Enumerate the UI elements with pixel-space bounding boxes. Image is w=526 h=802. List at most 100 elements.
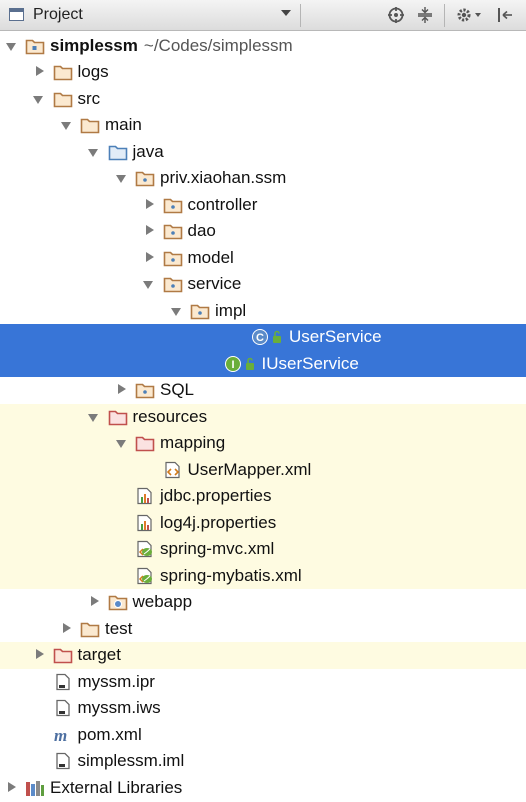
tree-item-name: controller	[187, 194, 258, 214]
tree-item[interactable]: dao	[0, 218, 526, 245]
tree-item-label: dao	[188, 221, 216, 241]
file-icon	[53, 752, 73, 770]
tree-item-name: myssm.ipr	[77, 671, 155, 691]
expand-arrow-right-icon[interactable]	[145, 251, 154, 262]
svg-text:I: I	[231, 359, 234, 371]
tree-item[interactable]: controller	[0, 192, 526, 219]
tree-item-label: controller	[188, 195, 258, 215]
tree-item-label: logs	[78, 62, 109, 82]
tree-item[interactable]: simplessm ~/Codes/simplessm	[0, 33, 526, 60]
svg-text:C: C	[256, 332, 264, 344]
tree-item-name: java	[132, 141, 164, 161]
tree-item[interactable]: target	[0, 642, 526, 669]
tree-item-name: impl	[215, 300, 247, 320]
tree-item-name: model	[187, 247, 234, 267]
tree-item-label: myssm.ipr	[78, 672, 155, 692]
tree-item[interactable]: mapping	[0, 430, 526, 457]
resources-folder-icon	[108, 408, 128, 426]
spring-xml-file-icon	[135, 567, 155, 585]
hide-panel-icon[interactable]	[494, 5, 516, 25]
tree-item[interactable]: impl	[0, 298, 526, 325]
tree-item[interactable]: jdbc.properties	[0, 483, 526, 510]
expand-arrow-down-icon[interactable]	[33, 95, 43, 104]
expand-arrow-down-icon[interactable]	[143, 281, 153, 289]
expand-arrow-down-icon[interactable]	[115, 175, 126, 183]
expand-arrow-right-icon[interactable]	[118, 384, 126, 394]
tree-item[interactable]: I IUserService	[0, 350, 526, 377]
tree-item-name: External Libraries	[50, 777, 183, 797]
tree-item[interactable]: spring-mvc.xml	[0, 536, 526, 563]
toolbar-divider	[300, 4, 301, 27]
locate-icon[interactable]	[385, 5, 407, 25]
tree-item[interactable]: src	[0, 86, 526, 113]
tree-item-name: src	[77, 88, 101, 108]
tree-item[interactable]: model	[0, 245, 526, 272]
tree-item[interactable]: SQL	[0, 377, 526, 404]
dropdown-icon[interactable]	[281, 10, 291, 16]
resources-folder-icon	[135, 434, 155, 452]
tree-item[interactable]: C UserService	[0, 324, 526, 351]
expand-arrow-right-icon[interactable]	[35, 649, 44, 659]
tree-item-name: UserService	[289, 327, 382, 346]
folder-icon	[80, 116, 100, 134]
tree-item[interactable]: myssm.iws	[0, 695, 526, 722]
expand-arrow-right-icon[interactable]	[145, 198, 154, 209]
tree-item-label: jdbc.properties	[160, 486, 272, 506]
expand-arrow-down-icon[interactable]	[115, 440, 126, 448]
tree-item-name: log4j.properties	[160, 512, 277, 532]
project-tree: simplessm ~/Codes/simplessm logs src main jav…	[0, 31, 526, 800]
library-icon	[25, 779, 45, 797]
xml-file-icon	[163, 461, 183, 479]
tree-item-name: spring-mybatis.xml	[160, 565, 302, 585]
tree-item-label: model	[188, 248, 234, 268]
tree-item-name: simplessm	[50, 35, 138, 55]
tree-item[interactable]: External Libraries	[0, 775, 526, 802]
web-folder-icon	[108, 593, 128, 611]
expand-arrow-down-icon[interactable]	[5, 42, 16, 51]
tree-item-label: UserService	[289, 327, 382, 347]
folder-icon	[53, 63, 73, 81]
package-icon	[135, 381, 155, 399]
tree-item[interactable]: UserMapper.xml	[0, 456, 526, 483]
file-icon	[53, 673, 73, 691]
tree-item[interactable]: webapp	[0, 589, 526, 616]
tree-item[interactable]: logs	[0, 59, 526, 86]
project-panel-toolbar: Project	[0, 0, 526, 31]
tree-item-name: service	[187, 274, 242, 293]
expand-arrow-down-icon[interactable]	[60, 122, 71, 130]
expand-arrow-down-icon[interactable]	[88, 148, 98, 157]
maven-file-icon: m	[53, 726, 73, 745]
tree-item-label: log4j.properties	[160, 513, 276, 533]
tree-item-name: pom.xml	[77, 724, 142, 744]
tree-item-name: simplessm.iml	[77, 751, 185, 770]
tree-item[interactable]: service	[0, 271, 526, 298]
settings-icon[interactable]	[455, 5, 485, 25]
expand-arrow-down-icon[interactable]	[88, 413, 98, 422]
expand-arrow-right-icon[interactable]	[90, 596, 99, 606]
package-icon	[163, 222, 183, 240]
tree-item[interactable]: resources	[0, 403, 526, 430]
expand-arrow-right-icon[interactable]	[35, 66, 44, 76]
tree-item[interactable]: java	[0, 139, 526, 166]
svg-text:m: m	[54, 726, 67, 744]
tree-item-label: pom.xml	[78, 725, 142, 745]
tree-item[interactable]: m pom.xml	[0, 722, 526, 749]
tree-item-name: jdbc.properties	[160, 486, 272, 505]
tree-item[interactable]: spring-mybatis.xml	[0, 562, 526, 589]
tree-item[interactable]: priv.xiaohan.ssm	[0, 165, 526, 192]
tree-item[interactable]: log4j.properties	[0, 509, 526, 536]
tree-item-label: spring-mybatis.xml	[160, 566, 302, 586]
panel-title[interactable]: Project	[33, 6, 83, 24]
expand-arrow-right-icon[interactable]	[145, 225, 154, 235]
folder-icon	[53, 90, 73, 108]
tree-item[interactable]: main	[0, 112, 526, 139]
tree-item[interactable]: test	[0, 616, 526, 643]
expand-arrow-right-icon[interactable]	[63, 622, 71, 633]
tree-item[interactable]: myssm.ipr	[0, 669, 526, 696]
tree-item-label: myssm.iws	[78, 698, 161, 718]
tree-item-label: src	[78, 89, 101, 109]
tree-item[interactable]: simplessm.iml	[0, 748, 526, 775]
expand-arrow-down-icon[interactable]	[170, 307, 181, 316]
collapse-all-icon[interactable]	[414, 5, 436, 25]
expand-arrow-right-icon[interactable]	[8, 781, 16, 792]
